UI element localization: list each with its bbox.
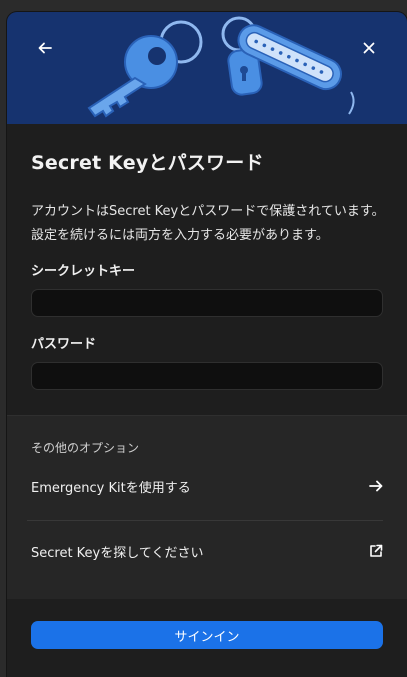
secret-key-label: シークレットキー: [31, 264, 136, 279]
close-button[interactable]: [355, 34, 383, 62]
use-emergency-kit-option[interactable]: Emergency Kitを使用する: [31, 468, 383, 504]
arrow-left-icon: [38, 42, 52, 54]
password-label: パスワード: [31, 337, 97, 352]
external-link-icon: [370, 544, 383, 557]
other-options-panel: その他のオプション Emergency Kitを使用する Secret Keyを…: [7, 415, 407, 600]
find-secret-key-link[interactable]: Secret Keyを探してください: [31, 533, 383, 569]
description-text: アカウントはSecret Keyとパスワードで保護されています。設定を続けるには…: [31, 204, 385, 243]
keys-illustration: [87, 16, 355, 118]
options-heading: その他のオプション: [31, 441, 140, 455]
page-title: Secret Keyとパスワード: [31, 152, 264, 174]
option-label: Emergency Kitを使用する: [31, 480, 191, 496]
arrow-right-icon: [369, 480, 383, 492]
close-icon: [363, 42, 375, 54]
sign-in-dialog: Secret Keyとパスワード アカウントはSecret Keyとパスワードで…: [7, 12, 407, 677]
divider: [27, 520, 383, 521]
secret-key-input[interactable]: [31, 289, 383, 317]
footer: サインイン: [7, 599, 407, 677]
option-label: Secret Keyを探してください: [31, 545, 204, 561]
header-banner: [7, 12, 407, 124]
back-button[interactable]: [31, 34, 59, 62]
password-input[interactable]: [31, 362, 383, 390]
sign-in-button[interactable]: サインイン: [31, 621, 383, 649]
